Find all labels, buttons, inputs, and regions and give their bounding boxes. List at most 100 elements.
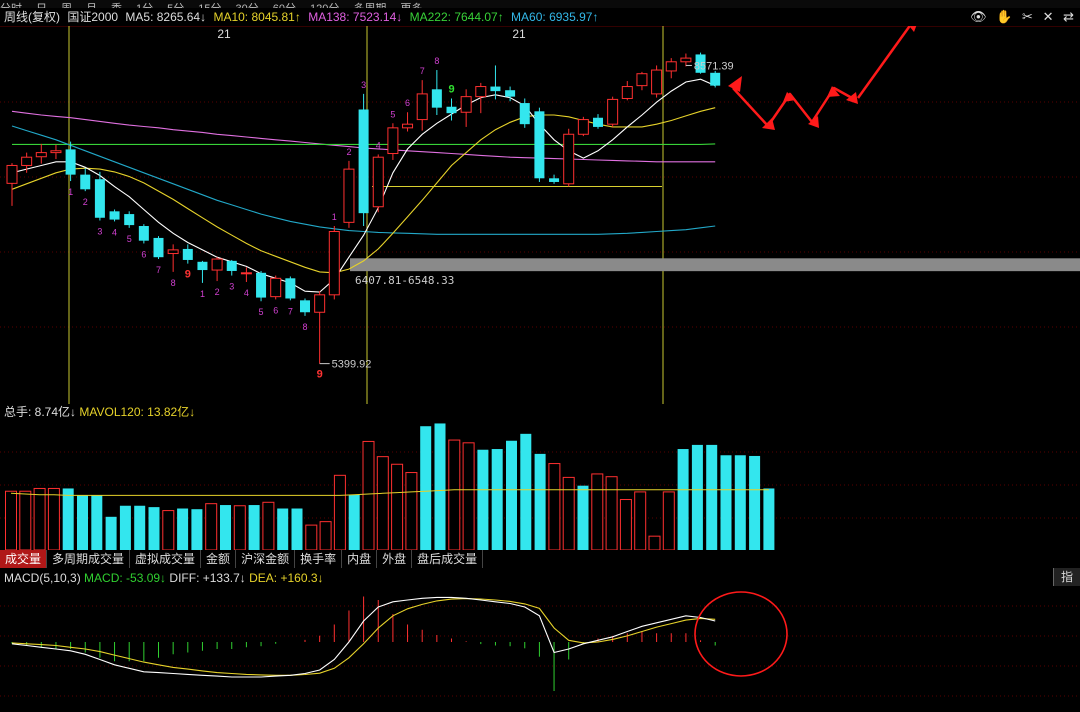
candle-body (167, 249, 179, 255)
tab-4[interactable]: 沪深金额 (236, 550, 296, 568)
volume-bar (47, 487, 60, 550)
candle-body (21, 156, 33, 166)
candle-body (65, 149, 76, 175)
cut-icon[interactable]: ✂ (1022, 9, 1033, 24)
td-sequence-label: 2 (215, 287, 220, 297)
volume-bar (405, 472, 418, 550)
candle-body (124, 214, 135, 226)
candle-body (636, 73, 648, 87)
candlestick-chart[interactable]: 123 4567891 2345 6 78912345678921 218571.3953… (0, 26, 1080, 404)
volume-bar (162, 510, 175, 550)
tab-3[interactable]: 金额 (201, 550, 237, 568)
candle-body (651, 69, 663, 95)
volume-bar (548, 463, 561, 550)
volume-bar (105, 516, 117, 550)
td-sequence-label: 2 (83, 197, 88, 207)
ma60-value: MA60: 6935.97↑ (511, 10, 599, 24)
volume-bar (191, 509, 203, 550)
volume-bar (291, 508, 303, 550)
volume-bar (534, 453, 546, 550)
candle-body (314, 294, 326, 313)
volume-bar (134, 505, 146, 550)
volume-bar (277, 508, 289, 550)
volume-bar (305, 524, 318, 550)
macd-chart[interactable] (0, 586, 1080, 712)
volume-bar (749, 455, 761, 550)
td-sequence-label: 4 (112, 227, 117, 237)
candle-body (270, 277, 282, 298)
candle-body (240, 272, 252, 275)
candle-body (94, 179, 105, 218)
volume-bar (734, 455, 746, 550)
candle-body (256, 272, 267, 298)
tab-5[interactable]: 换手率 (295, 550, 343, 568)
candle-body (197, 261, 208, 271)
volume-bar (506, 440, 517, 550)
candle-body (577, 119, 589, 135)
volume-bar (77, 495, 88, 550)
swap-icon[interactable]: ⇄ (1063, 9, 1074, 24)
candle-body (563, 133, 575, 185)
candle-body (431, 89, 442, 108)
td-sequence-label: 6 (405, 98, 410, 108)
candle-body (402, 123, 414, 129)
macd-name: MACD(5,10,3) (4, 571, 81, 585)
candle-body (490, 86, 501, 92)
volume-chart[interactable] (0, 420, 1080, 550)
highlight-circle (694, 591, 788, 677)
support-zone-band (350, 258, 1080, 272)
low-price-label: 5399.92 (332, 359, 372, 371)
macd-value: MACD: -53.09↓ (84, 571, 167, 585)
tab-1[interactable]: 多周期成交量 (47, 550, 131, 568)
volume-bar (333, 474, 346, 550)
td-sequence-label: 5 (127, 234, 132, 244)
td-sequence-label: 1 (68, 187, 73, 197)
ma222-value: MA222: 7644.07↑ (409, 10, 504, 24)
tab-6[interactable]: 内盘 (342, 550, 378, 568)
td-sequence-label: 6 (141, 249, 146, 259)
volume-bar (591, 473, 604, 550)
top-count-label: 21 (217, 27, 231, 41)
tab-7[interactable]: 外盘 (377, 550, 413, 568)
mavol-line (10, 489, 769, 496)
volume-bar (677, 449, 689, 550)
candle-body (6, 164, 18, 184)
volume-bar (348, 494, 360, 550)
candle-body (328, 231, 340, 296)
candle-body (549, 178, 560, 182)
volume-bar (562, 476, 575, 550)
candle-body (621, 86, 633, 99)
volume-bar (91, 495, 103, 550)
high-price-label: 8571.39 (694, 60, 734, 72)
tab-0[interactable]: 成交量 (0, 550, 48, 568)
volume-bar (5, 490, 17, 550)
period-label[interactable]: 周线(复权) (4, 10, 60, 24)
hand-icon[interactable]: ✋ (996, 9, 1012, 24)
candle-body (226, 260, 237, 271)
volume-total: 总手: 8.74亿↓ (4, 405, 77, 419)
mavol-value: MAVOL120: 13.82亿↓ (79, 405, 196, 419)
tab-8[interactable]: 盘后成交量 (412, 550, 484, 568)
candle-body (475, 86, 487, 98)
volume-bar (448, 439, 461, 550)
top-count-label: 21 (512, 27, 526, 41)
volume-bar (119, 505, 131, 550)
td-sequence-label: 6 (273, 305, 278, 315)
tab-2[interactable]: 虚拟成交量 (130, 550, 202, 568)
td-sequence-label: 3 (229, 282, 234, 292)
indicator-button[interactable]: 指 (1053, 568, 1080, 586)
volume-bar (362, 440, 375, 550)
td-sequence-label: 2 (346, 147, 351, 157)
volume-bar (462, 442, 475, 550)
volume-bar (376, 456, 389, 550)
eye-icon[interactable]: 👁 (970, 9, 987, 24)
candle-body (387, 127, 399, 155)
volume-bar (19, 490, 32, 550)
candle-body (372, 156, 384, 208)
candle-body (460, 96, 472, 113)
candle-body (138, 226, 149, 241)
td-sequence-label: 9 (185, 269, 191, 281)
crosshair-icon[interactable]: ✕ (1043, 9, 1054, 24)
candle-body (416, 93, 428, 121)
volume-bar (662, 491, 675, 550)
